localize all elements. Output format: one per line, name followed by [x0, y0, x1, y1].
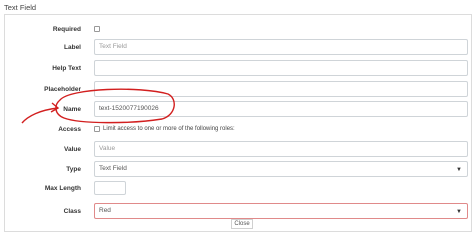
access-label: Access: [58, 126, 81, 133]
access-description: Limit access to one or more of the follo…: [103, 126, 235, 132]
max-length-input[interactable]: [94, 181, 126, 195]
type-select[interactable]: Text Field ▼: [94, 161, 468, 177]
label-label: Label: [64, 44, 81, 51]
value-input[interactable]: Value: [94, 141, 468, 157]
class-label: Class: [63, 208, 81, 215]
access-checkbox[interactable]: [94, 126, 100, 132]
caret-down-icon: ▼: [456, 167, 462, 173]
type-selected-value: Text Field: [99, 165, 127, 172]
section-title: Text Field: [4, 3, 37, 12]
label-input[interactable]: Text Field: [94, 39, 468, 55]
class-selected-value: Red: [99, 207, 111, 214]
name-label: Name: [63, 106, 81, 113]
form-panel: Required Label Text Field Help Text Plac…: [4, 14, 472, 232]
value-label: Value: [64, 146, 81, 153]
required-label: Required: [52, 26, 81, 33]
required-checkbox[interactable]: [94, 26, 100, 32]
caret-down-icon: ▼: [456, 209, 462, 215]
type-label: Type: [66, 166, 81, 173]
class-select[interactable]: Red ▼: [94, 203, 468, 219]
close-button[interactable]: Close: [231, 219, 253, 229]
help-text-input[interactable]: [94, 60, 468, 76]
placeholder-label: Placeholder: [44, 86, 81, 93]
help-text-label: Help Text: [52, 65, 81, 72]
placeholder-input[interactable]: [94, 81, 468, 97]
max-length-label: Max Length: [44, 185, 81, 192]
name-input[interactable]: text-1520077190026: [94, 101, 468, 117]
